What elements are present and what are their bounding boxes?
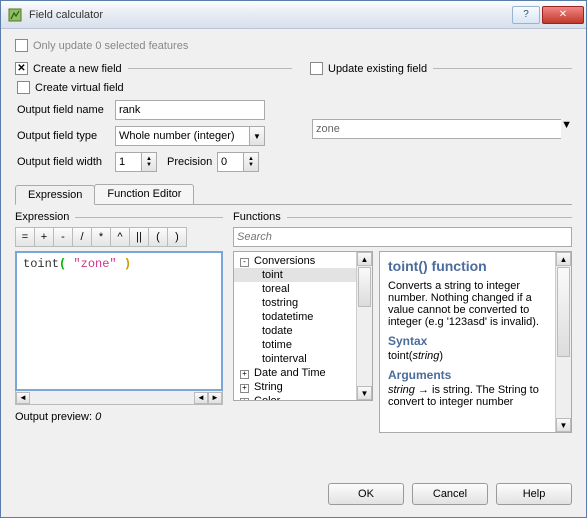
titlebar[interactable]: Field calculator ? ✕ bbox=[1, 1, 586, 29]
tree-node[interactable]: - Conversions bbox=[234, 254, 356, 268]
tabs: Expression Function Editor Expression =+… bbox=[15, 184, 572, 433]
functions-group-label: Functions bbox=[233, 211, 281, 223]
tree-node[interactable]: + Color bbox=[234, 394, 356, 400]
only-update-label: Only update 0 selected features bbox=[33, 40, 188, 52]
width-spinner[interactable]: ▲▼ bbox=[141, 152, 157, 172]
precision-spinner[interactable]: ▲▼ bbox=[243, 152, 259, 172]
op-button[interactable]: * bbox=[91, 227, 111, 247]
tree-node[interactable]: tointerval bbox=[234, 352, 356, 366]
create-new-checkbox[interactable] bbox=[15, 62, 28, 75]
op-button[interactable]: / bbox=[72, 227, 92, 247]
functions-column: Functions - Conversionstointtorealtostri… bbox=[233, 211, 572, 433]
button-bar: OK Cancel Help bbox=[1, 475, 586, 517]
output-type-select[interactable] bbox=[115, 126, 249, 146]
op-button[interactable]: ) bbox=[167, 227, 187, 247]
tree-node[interactable]: todatetime bbox=[234, 310, 356, 324]
output-preview-label: Output preview: bbox=[15, 411, 92, 423]
tree-node[interactable]: toint bbox=[234, 268, 356, 282]
op-button[interactable]: || bbox=[129, 227, 149, 247]
tree-node[interactable]: + String bbox=[234, 380, 356, 394]
expression-group-label: Expression bbox=[15, 211, 69, 223]
output-preview-value: 0 bbox=[95, 411, 101, 423]
app-icon bbox=[7, 7, 23, 23]
only-update-checkbox bbox=[15, 39, 28, 52]
output-width-label: Output field width bbox=[17, 156, 115, 168]
help-title: toint() function bbox=[388, 258, 547, 274]
tree-node[interactable]: tostring bbox=[234, 296, 356, 310]
op-button[interactable]: ^ bbox=[110, 227, 130, 247]
ok-button[interactable]: OK bbox=[328, 483, 404, 505]
expression-column: Expression =+-/*^||() toint( "zone" ) ◄◄… bbox=[15, 211, 223, 433]
help-syntax-heading: Syntax bbox=[388, 334, 547, 348]
tab-function-editor[interactable]: Function Editor bbox=[94, 184, 194, 204]
window-title: Field calculator bbox=[29, 9, 512, 21]
help-vscroll[interactable]: ▲▼ bbox=[555, 252, 571, 432]
create-new-fieldset: Create a new field Create virtual field … bbox=[15, 62, 292, 178]
output-name-input[interactable] bbox=[115, 100, 265, 120]
create-virtual-label: Create virtual field bbox=[35, 82, 124, 94]
help-args-text: string → is string. The String to conver… bbox=[388, 384, 547, 408]
operator-bar: =+-/*^||() bbox=[15, 227, 223, 247]
update-existing-fieldset: Update existing field ▼ bbox=[310, 62, 572, 178]
search-input[interactable] bbox=[233, 227, 572, 247]
update-existing-label: Update existing field bbox=[328, 63, 427, 75]
window: Field calculator ? ✕ Only update 0 selec… bbox=[0, 0, 587, 518]
dialog-body: Only update 0 selected features Create a… bbox=[1, 29, 586, 475]
tab-expression[interactable]: Expression bbox=[15, 185, 95, 205]
tree-node[interactable]: totime bbox=[234, 338, 356, 352]
titlebar-help-button[interactable]: ? bbox=[512, 6, 540, 24]
function-tree[interactable]: - Conversionstointtorealtostringtodateti… bbox=[233, 251, 373, 401]
precision-input[interactable] bbox=[217, 152, 243, 172]
chevron-down-icon[interactable]: ▼ bbox=[249, 126, 265, 146]
create-new-label: Create a new field bbox=[33, 63, 122, 75]
help-desc: Converts a string to integer number. Not… bbox=[388, 280, 547, 328]
cancel-button[interactable]: Cancel bbox=[412, 483, 488, 505]
help-button[interactable]: Help bbox=[496, 483, 572, 505]
help-panel: toint() function Converts a string to in… bbox=[379, 251, 572, 433]
precision-label: Precision bbox=[167, 156, 217, 168]
titlebar-close-button[interactable]: ✕ bbox=[542, 6, 584, 24]
output-width-input[interactable] bbox=[115, 152, 141, 172]
update-existing-checkbox[interactable] bbox=[310, 62, 323, 75]
tree-node[interactable]: + Date and Time bbox=[234, 366, 356, 380]
help-syntax-text: toint(string) bbox=[388, 350, 547, 362]
update-field-select[interactable] bbox=[312, 119, 561, 139]
tree-node[interactable]: todate bbox=[234, 324, 356, 338]
op-button[interactable]: + bbox=[34, 227, 54, 247]
output-name-label: Output field name bbox=[17, 104, 115, 116]
op-button[interactable]: ( bbox=[148, 227, 168, 247]
tree-vscroll[interactable]: ▲▼ bbox=[356, 252, 372, 400]
create-virtual-checkbox[interactable] bbox=[17, 81, 30, 94]
op-button[interactable]: - bbox=[53, 227, 73, 247]
help-args-heading: Arguments bbox=[388, 368, 547, 382]
output-type-label: Output field type bbox=[17, 130, 115, 142]
expression-editor[interactable]: toint( "zone" ) bbox=[15, 251, 223, 391]
op-button[interactable]: = bbox=[15, 227, 35, 247]
tree-node[interactable]: toreal bbox=[234, 282, 356, 296]
chevron-down-icon[interactable]: ▼ bbox=[561, 119, 572, 139]
expression-hscroll[interactable]: ◄◄► bbox=[15, 391, 223, 405]
